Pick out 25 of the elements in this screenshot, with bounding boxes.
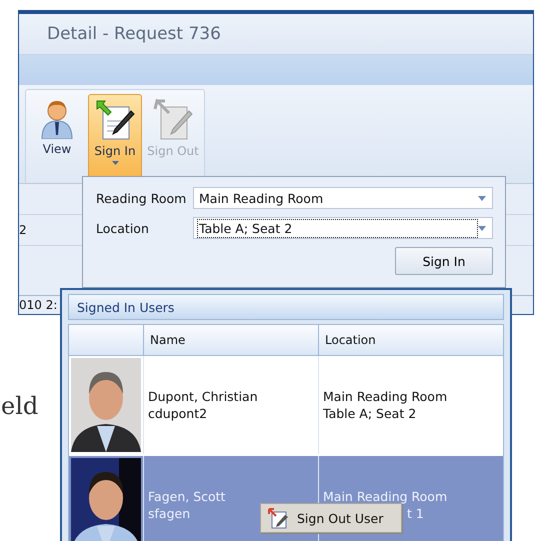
menu-item[interactable]: Sign Out User — [261, 506, 401, 530]
field-label: Reading Room — [96, 190, 188, 206]
person-icon — [40, 99, 74, 139]
dropdown-field[interactable]: Table A; Seat 2 — [193, 217, 493, 239]
field-text: 2 — [19, 223, 27, 237]
column-header[interactable]: Location — [318, 325, 503, 355]
dropdown-value: Main Reading Room — [198, 190, 324, 208]
name-cell: Dupont, Christian cdupont2 — [143, 356, 318, 454]
field-text: 010 2: — [19, 298, 58, 312]
sign-in-button[interactable]: Sign In — [395, 247, 493, 275]
dropdown-value: Table A; Seat 2 — [197, 218, 478, 238]
background-text: eld — [1, 392, 38, 420]
document-pen-icon — [153, 99, 193, 141]
dropdown-arrow-icon[interactable] — [478, 196, 486, 200]
document-pen-icon — [95, 99, 135, 141]
field-label: Location — [96, 220, 150, 236]
window-title: Detail - Request 736 — [47, 24, 221, 44]
dropdown-field[interactable]: Main Reading Room — [193, 187, 493, 209]
column-header[interactable]: Name — [143, 325, 318, 355]
location-cell: Main Reading Room Table A; Seat 2 — [318, 356, 503, 454]
user-row[interactable]: Dupont, Christian cdupont2 Main Reading Room Table A; Seat 2 — [69, 356, 503, 456]
document-pen-icon — [267, 507, 289, 529]
view-button[interactable]: View — [30, 94, 84, 180]
dropdown-arrow-icon[interactable] — [478, 226, 486, 230]
panel-title: Signed In Users — [77, 300, 174, 314]
